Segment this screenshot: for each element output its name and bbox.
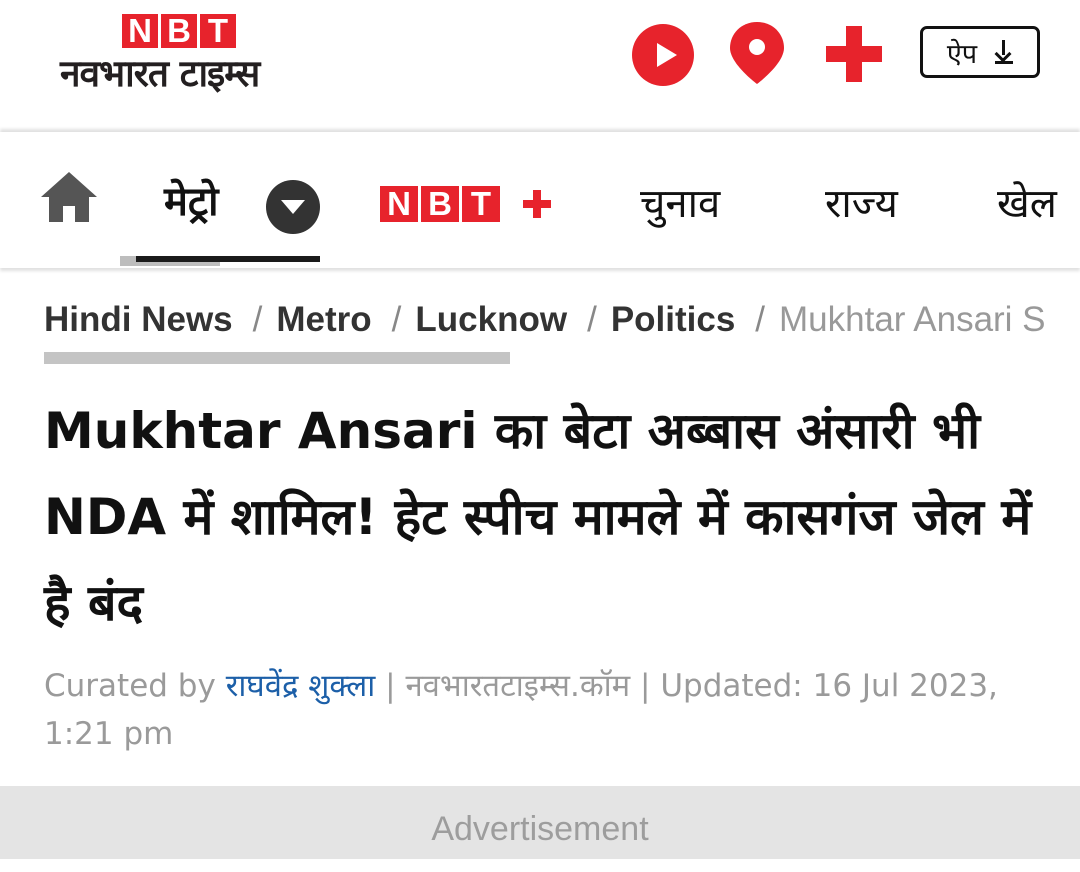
nav-item-rajya[interactable]: राज्य (825, 174, 898, 229)
location-pin-icon[interactable] (728, 20, 786, 86)
app-button-label: ऐप (946, 38, 978, 70)
nbt-plus-icon (523, 190, 551, 218)
breadcrumb-separator: / (587, 300, 597, 339)
logo-letter: T (200, 14, 236, 48)
source-name: | नवभारतटाइम्स.कॉम | (385, 668, 651, 704)
logo-letter: N (122, 14, 158, 48)
article-headline: Mukhtar Ansari का बेटा अब्बास अंसारी भी … (44, 402, 1032, 632)
nbt-plus-letter: B (421, 186, 459, 222)
nav-item-chunav[interactable]: चुनाव (640, 174, 720, 229)
nbt-plus-logo: N B T (380, 186, 503, 222)
app-download-button[interactable]: ऐप (920, 26, 1040, 78)
category-nav: मेट्रो N B T चुनाव राज्य खेल (0, 132, 1080, 268)
nbt-plus-letter: N (380, 186, 418, 222)
logo-nbt-letters: N B T (122, 14, 236, 48)
nav-item-nbt-plus[interactable]: N B T (380, 186, 551, 222)
author-link[interactable]: राघवेंद्र शुक्ला (226, 668, 376, 704)
curated-by-label: Curated by (44, 668, 216, 704)
breadcrumb-link-politics[interactable]: Politics (611, 300, 735, 339)
play-icon[interactable] (632, 24, 694, 86)
logo-hindi-text: नवभारत टाइम्स (60, 52, 260, 95)
nav-item-metro[interactable]: मेट्रो (164, 172, 218, 227)
breadcrumb-separator: / (755, 300, 766, 339)
plus-icon[interactable] (826, 26, 882, 82)
chevron-down-icon[interactable] (266, 180, 320, 234)
nbt-plus-letter: T (462, 186, 500, 222)
breadcrumb-link-hindi-news[interactable]: Hindi News (44, 300, 233, 339)
breadcrumb-separator: / (391, 300, 402, 339)
breadcrumb-scrollbar[interactable] (44, 352, 510, 364)
home-icon[interactable] (39, 170, 99, 224)
top-header: N B T नवभारत टाइम्स ऐप (0, 0, 1080, 130)
nav-item-khel[interactable]: खेल (997, 174, 1057, 229)
logo-letter: B (161, 14, 197, 48)
active-tab-underline (136, 256, 320, 262)
breadcrumb: Hindi News / Metro / Lucknow / Politics / Mukhta… (44, 296, 1044, 344)
nbt-logo[interactable]: N B T नवभारत टाइम्स (60, 14, 305, 96)
breadcrumb-link-lucknow[interactable]: Lucknow (415, 300, 567, 339)
breadcrumb-link-metro[interactable]: Metro (276, 300, 371, 339)
article-byline: Curated by राघवेंद्र शुक्ला | नवभारतटाइम… (44, 662, 1034, 758)
advertisement-banner: Advertisement (0, 786, 1080, 859)
download-icon (994, 40, 1014, 64)
breadcrumb-current: Mukhtar Ansari S (779, 300, 1044, 339)
advertisement-label: Advertisement (431, 810, 649, 848)
breadcrumb-separator: / (252, 300, 263, 339)
